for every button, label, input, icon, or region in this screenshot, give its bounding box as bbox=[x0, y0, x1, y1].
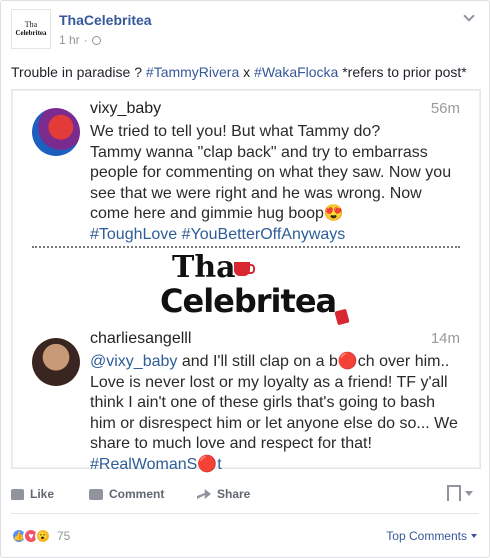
avatar bbox=[32, 338, 80, 386]
footer-divider bbox=[11, 513, 479, 514]
hashtag-link[interactable]: #WakaFlocka bbox=[254, 64, 338, 80]
share-button[interactable]: Share bbox=[197, 487, 250, 501]
post-meta: 1 hr · bbox=[59, 33, 101, 47]
comment-text: @vixy_baby and I'll still clap on a b🔴ch… bbox=[90, 352, 460, 475]
chevron-down-icon[interactable] bbox=[461, 10, 477, 25]
teacup-icon bbox=[234, 262, 255, 276]
comment-time: 14m bbox=[430, 330, 460, 347]
caption-suffix: *refers to prior post* bbox=[338, 64, 467, 80]
action-bar: Like Comment Share bbox=[1, 481, 489, 511]
post-header: Tha Celebritea ThaCelebritea 1 hr · bbox=[11, 9, 479, 51]
comment-label: Comment bbox=[109, 487, 165, 501]
post-time[interactable]: 1 hr bbox=[59, 33, 80, 47]
post-caption: Trouble in paradise ? #TammyRivera x #Wa… bbox=[11, 63, 467, 81]
hashtag-link[interactable]: #TammyRivera bbox=[146, 64, 239, 80]
reaction-count: 75 bbox=[57, 529, 71, 543]
chevron-down-icon bbox=[471, 534, 477, 538]
comment-mention: @vixy_baby bbox=[90, 353, 178, 370]
comment-username: charliesangelll bbox=[90, 330, 192, 347]
share-arrow-icon bbox=[197, 489, 211, 499]
watermark-logo: Tha Celebritea bbox=[160, 248, 360, 328]
globe-icon bbox=[91, 35, 101, 45]
like-button[interactable]: Like bbox=[11, 487, 54, 501]
logo-line1: Tha bbox=[172, 250, 236, 285]
comment-hashtag: #RealWomanS🔴t bbox=[90, 455, 222, 473]
caption-mid: x bbox=[239, 64, 255, 80]
share-label: Share bbox=[217, 487, 251, 501]
avatar bbox=[32, 108, 80, 156]
logo-line2: Celebritea bbox=[160, 282, 337, 320]
facebook-post: Tha Celebritea ThaCelebritea 1 hr · Trou… bbox=[0, 0, 490, 558]
bookmark-icon bbox=[447, 485, 461, 501]
reactions-summary[interactable]: 👍 ♥ 😮 75 bbox=[11, 528, 70, 544]
comment-charlie: charliesangelll 14m @vixy_baby and I'll … bbox=[32, 330, 460, 473]
chevron-down-icon bbox=[465, 490, 473, 496]
thumbs-up-icon bbox=[11, 488, 24, 500]
comment-button[interactable]: Comment bbox=[89, 487, 164, 501]
caption-prefix: Trouble in paradise ? bbox=[11, 64, 146, 80]
save-menu-button[interactable] bbox=[447, 485, 473, 501]
like-label: Like bbox=[30, 487, 55, 501]
meta-separator: · bbox=[83, 33, 88, 47]
comment-username: vixy_baby bbox=[90, 100, 162, 117]
wow-reaction-icon: 😮 bbox=[35, 528, 51, 544]
top-comments-dropdown[interactable]: Top Comments bbox=[386, 529, 477, 543]
top-comments-label: Top Comments bbox=[386, 529, 467, 543]
comment-hashtags: #ToughLove #YouBetterOffAnyways bbox=[90, 225, 346, 243]
page-name-link[interactable]: ThaCelebritea bbox=[59, 12, 152, 28]
comment-time: 56m bbox=[430, 100, 460, 117]
comment-body: We tried to tell you! But what Tammy do?… bbox=[90, 123, 452, 222]
post-image[interactable]: vixy_baby 56m We tried to tell you! But … bbox=[11, 89, 481, 473]
avatar-line1: Tha bbox=[24, 20, 38, 29]
comment-text: We tried to tell you! But what Tammy do?… bbox=[90, 122, 460, 245]
page-avatar[interactable]: Tha Celebritea bbox=[11, 9, 51, 49]
comment-bubble-icon bbox=[89, 488, 103, 500]
comment-vixy: vixy_baby 56m We tried to tell you! But … bbox=[32, 100, 460, 243]
avatar-line2: Celebritea bbox=[15, 29, 47, 37]
tea-tag-icon bbox=[334, 308, 350, 326]
